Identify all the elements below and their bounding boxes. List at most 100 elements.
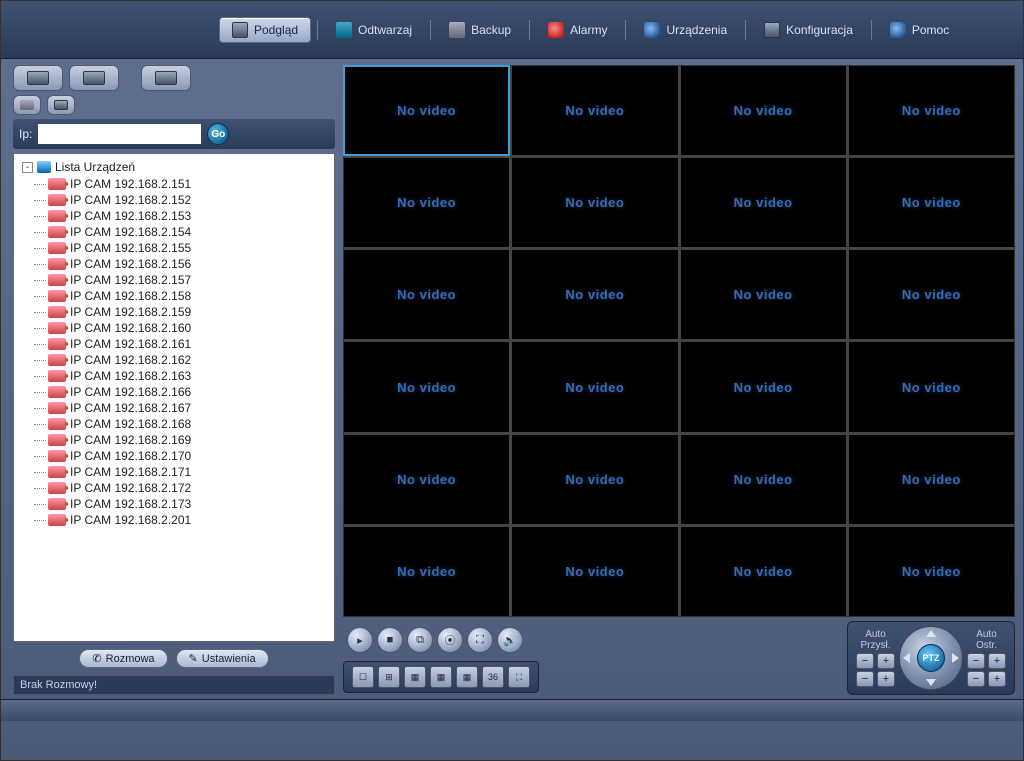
video-cell[interactable]: No video <box>344 435 509 524</box>
video-cell[interactable]: No video <box>849 66 1014 155</box>
aux-plus-button[interactable]: + <box>988 671 1006 687</box>
device-tree-item[interactable]: IP CAM 192.168.2.162 <box>48 352 334 368</box>
video-cell[interactable]: No video <box>681 527 846 616</box>
device-tree-item-label: IP CAM 192.168.2.167 <box>70 401 191 415</box>
ptz-panel: Auto Przysł. − + − + <box>847 621 1015 695</box>
snapshot-button[interactable]: ⧉ <box>407 627 433 653</box>
device-tree-root[interactable]: - Lista Urządzeń <box>14 158 334 176</box>
device-tree-item[interactable]: IP CAM 192.168.2.172 <box>48 480 334 496</box>
device-tree-item[interactable]: IP CAM 192.168.2.163 <box>48 368 334 384</box>
collapse-icon[interactable]: - <box>22 162 33 173</box>
device-tree-item[interactable]: IP CAM 192.168.2.201 <box>48 512 334 528</box>
ptz-center-button[interactable]: PTZ <box>917 644 945 672</box>
layout-9-button[interactable]: ▦ <box>404 666 426 688</box>
ptz-up-button[interactable] <box>926 630 936 637</box>
video-cell[interactable]: No video <box>512 250 677 339</box>
record-button[interactable]: ⦿ <box>437 627 463 653</box>
stop-button[interactable]: ■ <box>377 627 403 653</box>
device-tree-item[interactable]: IP CAM 192.168.2.160 <box>48 320 334 336</box>
video-cell[interactable]: No video <box>849 342 1014 431</box>
toolbar-alarms-button[interactable]: Alarmy <box>536 17 619 43</box>
top-toolbar: Podgląd Odtwarzaj Backup Alarmy Urządzen… <box>1 1 1023 59</box>
ptz-left-button[interactable] <box>903 653 910 663</box>
fullscreen-button[interactable]: ⛶ <box>467 627 493 653</box>
video-cell[interactable]: No video <box>344 342 509 431</box>
device-tree-item[interactable]: IP CAM 192.168.2.166 <box>48 384 334 400</box>
device-tree-item[interactable]: IP CAM 192.168.2.154 <box>48 224 334 240</box>
monitor-group-2-button[interactable] <box>69 65 119 91</box>
layout-full-button[interactable]: ⛶ <box>508 666 530 688</box>
camera-icon <box>48 402 66 414</box>
video-cell[interactable]: No video <box>681 158 846 247</box>
layout-25-button[interactable]: ▦ <box>456 666 478 688</box>
device-tree-item[interactable]: IP CAM 192.168.2.155 <box>48 240 334 256</box>
toolbar-backup-button[interactable]: Backup <box>437 17 523 43</box>
video-cell[interactable]: No video <box>849 158 1014 247</box>
video-cell[interactable]: No video <box>681 66 846 155</box>
main-area: Ip: Go - Lista Urządzeń IP CAM 192.168.2… <box>1 59 1023 699</box>
toolbar-playback-button[interactable]: Odtwarzaj <box>324 17 424 43</box>
toolbar-config-button[interactable]: Konfiguracja <box>752 17 865 43</box>
video-cell[interactable]: No video <box>681 250 846 339</box>
video-cell[interactable]: No video <box>849 527 1014 616</box>
device-tree-item[interactable]: IP CAM 192.168.2.171 <box>48 464 334 480</box>
ip-go-button[interactable]: Go <box>207 123 229 145</box>
device-tree-item[interactable]: IP CAM 192.168.2.153 <box>48 208 334 224</box>
video-cell[interactable]: No video <box>512 342 677 431</box>
monitor-group-1-button[interactable] <box>13 65 63 91</box>
device-tree-item[interactable]: IP CAM 192.168.2.170 <box>48 448 334 464</box>
video-cell[interactable]: No video <box>512 158 677 247</box>
video-cell[interactable]: No video <box>681 342 846 431</box>
ptz-right-button[interactable] <box>952 653 959 663</box>
talk-button[interactable]: ✆ Rozmowa <box>79 649 167 668</box>
zoom-out-button[interactable]: − <box>856 653 874 669</box>
view-mode-camera-button[interactable] <box>13 95 41 115</box>
focus-far-button[interactable]: + <box>988 653 1006 669</box>
device-tree-item[interactable]: IP CAM 192.168.2.168 <box>48 416 334 432</box>
view-mode-monitor-button[interactable] <box>47 95 75 115</box>
device-tree-item[interactable]: IP CAM 192.168.2.169 <box>48 432 334 448</box>
video-cell[interactable]: No video <box>512 66 677 155</box>
layout-1-button[interactable]: ☐ <box>352 666 374 688</box>
device-tree-item[interactable]: IP CAM 192.168.2.161 <box>48 336 334 352</box>
aux-minus-button[interactable]: − <box>967 671 985 687</box>
device-tree-item[interactable]: IP CAM 192.168.2.152 <box>48 192 334 208</box>
device-tree-item[interactable]: IP CAM 192.168.2.156 <box>48 256 334 272</box>
video-cell[interactable]: No video <box>849 435 1014 524</box>
video-cell[interactable]: No video <box>344 158 509 247</box>
device-tree[interactable]: - Lista Urządzeń IP CAM 192.168.2.151IP … <box>13 153 335 642</box>
device-tree-item[interactable]: IP CAM 192.168.2.157 <box>48 272 334 288</box>
monitor-group-3-button[interactable] <box>141 65 191 91</box>
video-cell[interactable]: No video <box>512 435 677 524</box>
video-cell[interactable]: No video <box>512 527 677 616</box>
video-cell[interactable]: No video <box>344 527 509 616</box>
layout-4-button[interactable]: ⊞ <box>378 666 400 688</box>
iris-open-button[interactable]: + <box>877 671 895 687</box>
ip-input[interactable] <box>38 124 201 144</box>
video-cell[interactable]: No video <box>681 435 846 524</box>
settings-button[interactable]: ✎ Ustawienia <box>176 649 269 668</box>
device-tree-item[interactable]: IP CAM 192.168.2.151 <box>48 176 334 192</box>
video-cell[interactable]: No video <box>849 250 1014 339</box>
device-tree-item[interactable]: IP CAM 192.168.2.173 <box>48 496 334 512</box>
ptz-down-button[interactable] <box>926 679 936 686</box>
toolbar-devices-button[interactable]: Urządzenia <box>632 17 739 43</box>
video-cell[interactable]: No video <box>344 66 509 155</box>
monitor-group-row <box>13 65 335 91</box>
toolbar-help-button[interactable]: Pomoc <box>878 17 961 43</box>
layout-36-button[interactable]: 36 <box>482 666 504 688</box>
video-cell[interactable]: No video <box>344 250 509 339</box>
device-tree-item[interactable]: IP CAM 192.168.2.158 <box>48 288 334 304</box>
device-tree-item-label: IP CAM 192.168.2.173 <box>70 497 191 511</box>
device-tree-item[interactable]: IP CAM 192.168.2.159 <box>48 304 334 320</box>
device-tree-item-label: IP CAM 192.168.2.155 <box>70 241 191 255</box>
play-button[interactable]: ▸ <box>347 627 373 653</box>
toolbar-preview-button[interactable]: Podgląd <box>219 17 311 43</box>
zoom-in-button[interactable]: + <box>877 653 895 669</box>
device-tree-item[interactable]: IP CAM 192.168.2.167 <box>48 400 334 416</box>
iris-close-button[interactable]: − <box>856 671 874 687</box>
audio-button[interactable]: 🔊 <box>497 627 523 653</box>
layout-16-button[interactable]: ▦ <box>430 666 452 688</box>
device-tree-item-label: IP CAM 192.168.2.158 <box>70 289 191 303</box>
focus-near-button[interactable]: − <box>967 653 985 669</box>
